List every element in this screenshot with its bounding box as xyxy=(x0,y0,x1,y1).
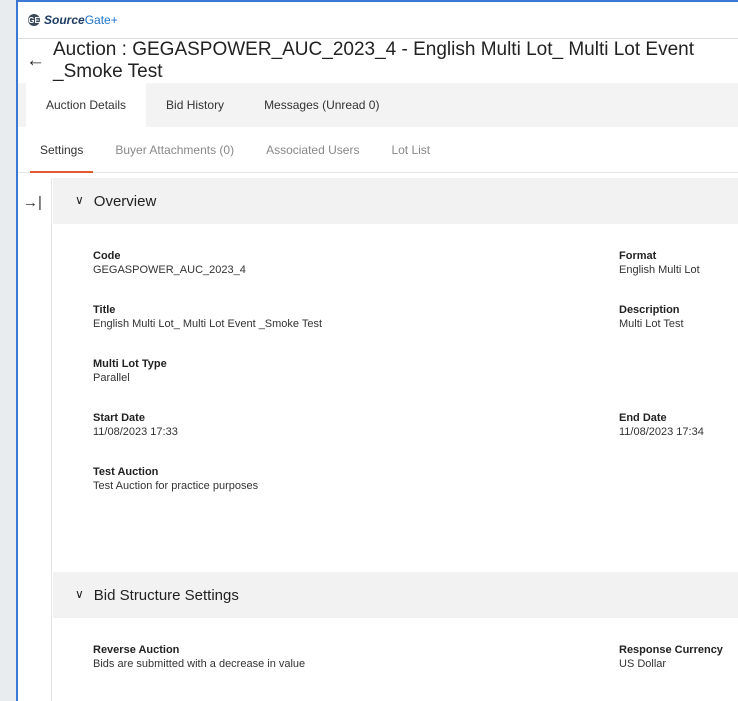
description-value: Multi Lot Test xyxy=(619,318,684,330)
response-currency-label: Response Currency xyxy=(619,644,723,656)
overview-fields: Code GEGASPOWER_AUC_2023_4 Format Englis… xyxy=(53,224,738,572)
back-arrow-icon[interactable]: ← xyxy=(26,50,45,72)
start-date-value: 11/08/2023 17:33 xyxy=(93,426,178,438)
page-title: Auction : GEGASPOWER_AUC_2023_4 - Englis… xyxy=(53,39,695,82)
code-field: Code GEGASPOWER_AUC_2023_4 xyxy=(93,249,246,277)
bid-structure-fields: Reverse Auction Bids are submitted with … xyxy=(53,618,738,698)
tab-settings[interactable]: Settings xyxy=(24,127,99,173)
description-label: Description xyxy=(619,304,680,316)
title-value: English Multi Lot_ Multi Lot Event _Smok… xyxy=(93,318,323,330)
format-label: Format xyxy=(619,250,657,262)
chevron-down-icon: ∨ xyxy=(75,587,84,601)
brand-name-source: Source xyxy=(44,13,85,27)
tab-auction-details[interactable]: Auction Details xyxy=(26,83,147,127)
chevron-down-icon: ∨ xyxy=(75,193,84,207)
test-auction-value: Test Auction for practice purposes xyxy=(93,480,259,492)
overview-heading: Overview xyxy=(93,192,157,210)
end-date-label: End Date xyxy=(619,412,667,424)
bid-structure-section-header[interactable]: ∨ Bid Structure Settings xyxy=(53,572,738,618)
multilot-value: Parallel xyxy=(93,372,130,384)
end-date-field: End Date 11/08/2023 17:34 xyxy=(619,411,704,439)
tab-messages[interactable]: Messages (Unread 0) xyxy=(244,83,399,127)
test-auction-label: Test Auction xyxy=(93,466,159,478)
main-content: ∨ Overview Code GEGASPOWER_AUC_2023_4 Fo… xyxy=(53,178,738,701)
secondary-tabs: Settings Buyer Attachments (0) Associate… xyxy=(18,127,738,173)
format-field: Format English Multi Lot xyxy=(619,249,700,277)
multilot-field: Multi Lot Type Parallel xyxy=(93,357,167,385)
tab-bid-history[interactable]: Bid History xyxy=(146,83,244,127)
description-field: Description Multi Lot Test xyxy=(619,303,684,331)
code-label: Code xyxy=(93,250,121,262)
page-header: ← Auction : GEGASPOWER_AUC_2023_4 - Engl… xyxy=(18,39,738,83)
expand-sidebar-icon[interactable]: →| xyxy=(23,194,42,211)
end-date-value: 11/08/2023 17:34 xyxy=(619,426,704,438)
overview-section-header[interactable]: ∨ Overview xyxy=(53,178,738,224)
response-currency-field: Response Currency US Dollar xyxy=(619,643,723,671)
brand-name-gate: Gate+ xyxy=(84,13,118,27)
brand-bar: GE Source Gate+ xyxy=(18,2,738,39)
bid-structure-heading: Bid Structure Settings xyxy=(93,586,239,604)
start-date-field: Start Date 11/08/2023 17:33 xyxy=(93,411,178,439)
tab-buyer-attachments[interactable]: Buyer Attachments (0) xyxy=(99,127,250,173)
start-date-label: Start Date xyxy=(93,412,145,424)
side-panel: →| xyxy=(18,178,52,701)
reverse-auction-value: Bids are submitted with a decrease in va… xyxy=(93,658,306,670)
title-field: Title English Multi Lot_ Multi Lot Event… xyxy=(93,303,322,331)
tab-lot-list[interactable]: Lot List xyxy=(375,127,446,173)
response-currency-value: US Dollar xyxy=(619,658,667,670)
multilot-label: Multi Lot Type xyxy=(93,358,167,370)
primary-tabs: Auction Details Bid History Messages (Un… xyxy=(18,83,738,127)
app-window: GE Source Gate+ ← Auction : GEGASPOWER_AU… xyxy=(16,0,738,701)
reverse-auction-label: Reverse Auction xyxy=(93,644,180,656)
test-auction-field: Test Auction Test Auction for practice p… xyxy=(93,465,258,493)
ge-logo-icon: GE xyxy=(28,14,40,26)
content-area: →| ∨ Overview Code GEGASPOWER_AUC_2023_4… xyxy=(18,178,738,701)
title-label: Title xyxy=(93,304,116,316)
code-value: GEGASPOWER_AUC_2023_4 xyxy=(93,264,246,276)
format-value: English Multi Lot xyxy=(619,264,700,276)
tab-associated-users[interactable]: Associated Users xyxy=(250,127,375,173)
reverse-auction-field: Reverse Auction Bids are submitted with … xyxy=(93,643,305,671)
